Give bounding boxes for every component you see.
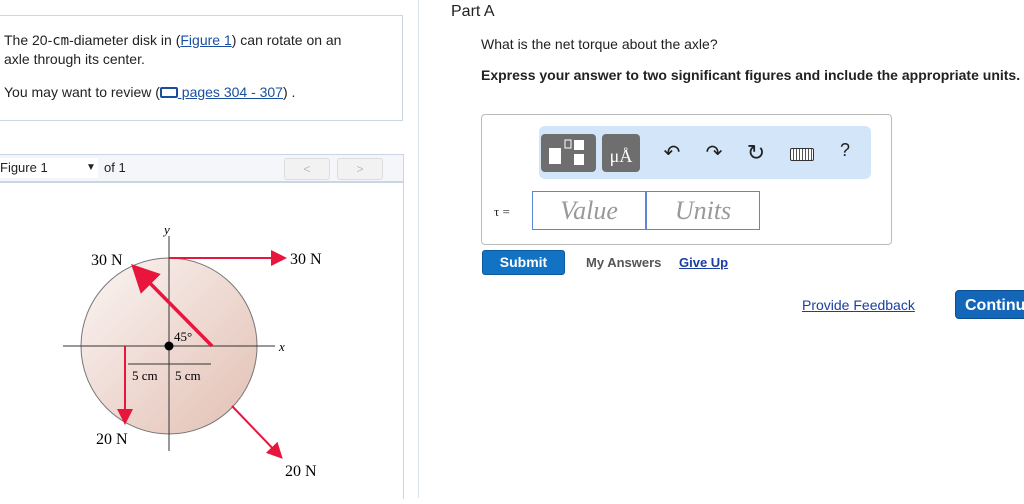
reset-icon[interactable]: ↻	[744, 140, 768, 166]
intro-text: The 20-cm-diameter disk in (Figure 1) ca…	[0, 31, 402, 68]
force-label: 20 N	[96, 431, 128, 448]
force-arrow-20n-diagonal	[231, 405, 283, 459]
force-label: 30 N	[290, 251, 322, 268]
submit-button[interactable]: Submit	[482, 250, 565, 275]
pages-link[interactable]: pages 304 - 307	[159, 84, 283, 100]
text: ) can rotate on an	[231, 32, 342, 48]
instruction-text: Express your answer to two significant f…	[481, 67, 1021, 83]
tau-label: τ =	[494, 204, 510, 219]
distance-label: 5 cm	[175, 368, 201, 383]
continue-button[interactable]: Continue	[955, 290, 1024, 319]
answer-box: μÅ ↶ ↷ ↻ ? τ = Value Units	[481, 114, 892, 245]
templates-button[interactable]	[541, 134, 596, 172]
figure-link[interactable]: Figure 1	[180, 32, 231, 48]
pages-link-text: pages 304 - 307	[177, 84, 283, 100]
next-figure-button[interactable]: >	[337, 158, 383, 180]
divider	[418, 0, 419, 498]
templates-icon	[549, 139, 584, 165]
figure-area: y x 30 N 30 N 20 N 20 N 45° 5 cm 5 cm	[0, 182, 404, 499]
problem-intro: The 20-cm-diameter disk in (Figure 1) ca…	[0, 15, 403, 121]
keyboard-icon[interactable]	[790, 148, 814, 161]
text: ) .	[282, 84, 296, 100]
text: axle through its center.	[4, 51, 145, 67]
help-button[interactable]: ?	[833, 140, 857, 161]
undo-icon[interactable]: ↶	[660, 140, 684, 165]
force-label: 20 N	[285, 463, 317, 480]
x-axis-label: x	[278, 339, 285, 354]
text: You may want to review (	[4, 84, 160, 100]
figure-select[interactable]: Figure 1 ▼	[0, 158, 98, 178]
part-title: Part A	[451, 3, 495, 20]
text: The 20-	[4, 32, 53, 48]
dropdown-arrow-icon: ▼	[86, 162, 96, 173]
y-axis-label: y	[162, 222, 170, 237]
redo-icon[interactable]: ↷	[702, 140, 726, 165]
my-answers-link[interactable]: My Answers	[586, 255, 661, 270]
angle-label: 45°	[174, 329, 192, 344]
unit-text: cm	[52, 33, 70, 49]
provide-feedback-link[interactable]: Provide Feedback	[802, 297, 915, 313]
force-label: 30 N	[91, 252, 123, 269]
prev-figure-button[interactable]: <	[284, 158, 330, 180]
units-button[interactable]: μÅ	[602, 134, 640, 172]
figure-navigation: Figure 1 ▼ of 1 < >	[0, 154, 404, 182]
figure-select-value: Figure 1	[0, 160, 48, 175]
axle	[164, 341, 174, 351]
figure-count: of 1	[104, 160, 126, 175]
distance-label: 5 cm	[132, 368, 158, 383]
disk-diagram: y x 30 N 30 N 20 N 20 N 45° 5 cm 5 cm	[63, 222, 322, 480]
value-input[interactable]: Value	[532, 191, 646, 230]
give-up-link[interactable]: Give Up	[679, 255, 728, 270]
review-text: You may want to review ( pages 304 - 307…	[0, 83, 402, 101]
units-input[interactable]: Units	[646, 191, 760, 230]
text: -diameter disk in (	[69, 32, 181, 48]
math-toolbar: μÅ ↶ ↷ ↻ ?	[539, 126, 871, 179]
book-icon	[159, 87, 178, 98]
question-text: What is the net torque about the axle?	[481, 36, 718, 52]
